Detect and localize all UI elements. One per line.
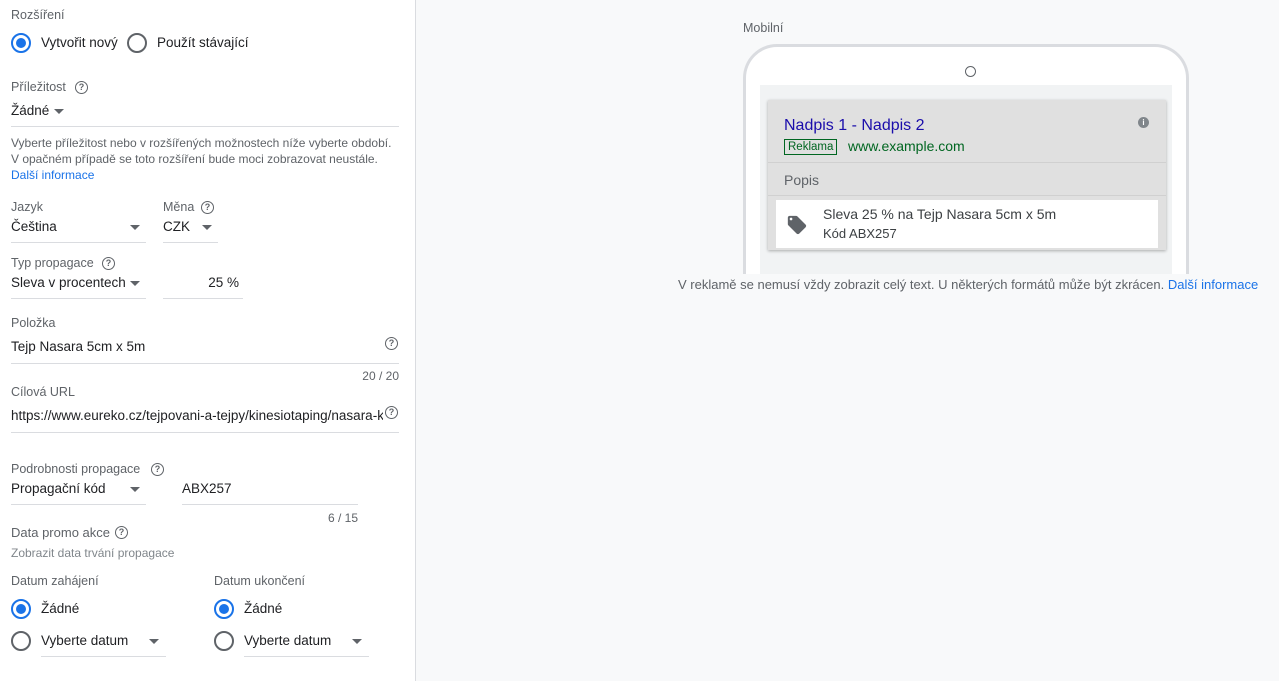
currency-label: Měna (163, 200, 195, 214)
start-none-radio[interactable] (11, 599, 31, 619)
ad-display-url: www.example.com (848, 138, 965, 154)
promo-details-label: Podrobnosti propagace (11, 462, 141, 476)
promo-code-char-counter: 6 / 15 (327, 511, 358, 525)
chevron-down-icon (352, 639, 362, 644)
ad-description: Popis (784, 172, 820, 188)
occasion-select[interactable]: Žádné (11, 100, 71, 122)
end-none-label: Žádné (244, 601, 283, 616)
start-none-label: Žádné (41, 601, 80, 616)
chevron-down-icon (130, 487, 140, 492)
promo-details-help-icon[interactable]: ? (151, 463, 164, 476)
form-panel: Rozšíření Vytvořit nový Použít stávající… (0, 0, 416, 681)
language-value: Čeština (11, 219, 57, 234)
occasion-help-line2: V opačném případě se toto rozšíření bude… (11, 152, 378, 166)
promo-code-line: Kód ABX257 (823, 226, 897, 241)
ad-badge: Reklama (784, 139, 838, 155)
radio-use-existing[interactable] (127, 33, 147, 53)
url-label: Cílová URL (11, 385, 75, 399)
promo-details-type-select[interactable]: Propagační kód (11, 478, 146, 502)
phone-screen: Nadpis 1 - Nadpis 2 i Reklama www.exampl… (760, 85, 1172, 274)
chevron-down-icon (130, 281, 140, 286)
ad-card: Nadpis 1 - Nadpis 2 i Reklama www.exampl… (768, 100, 1166, 250)
language-label: Jazyk (11, 200, 43, 214)
occasion-label: Příležitost (11, 80, 66, 94)
preview-device-label: Mobilní (743, 21, 784, 35)
url-input[interactable]: https://www.eureko.cz/tejpovani-a-tejpy/… (11, 408, 383, 423)
promo-details-type-value: Propagační kód (11, 481, 106, 496)
extension-label: Rozšíření (11, 8, 65, 22)
end-date-select[interactable]: Vyberte datum (244, 630, 369, 654)
occasion-help-line1: Vyberte příležitost nebo v rozšířených m… (11, 136, 392, 150)
currency-value: CZK (163, 219, 190, 234)
chevron-down-icon (149, 639, 159, 644)
start-date-label: Datum zahájení (11, 574, 99, 588)
preview-disclaimer: V reklamě se nemusí vždy zobrazit celý t… (678, 277, 1258, 292)
promo-dates-label: Data promo akce (11, 525, 110, 540)
radio-use-existing-label: Použít stávající (157, 35, 249, 50)
promo-code-input[interactable]: ABX257 (182, 481, 232, 496)
start-pick-radio[interactable] (11, 631, 31, 651)
item-help-icon[interactable]: ? (385, 337, 398, 350)
end-none-radio[interactable] (214, 599, 234, 619)
promo-type-select[interactable]: Sleva v procentech (11, 272, 146, 296)
preview-more-link[interactable]: Další informace (1168, 277, 1258, 292)
promo-type-label: Typ propagace (11, 256, 94, 270)
item-char-counter: 20 / 20 (362, 369, 399, 383)
radio-create-new-label: Vytvořit nový (41, 35, 118, 50)
promo-amount-input[interactable]: 25 % (163, 275, 239, 290)
preview-disclaimer-text: V reklamě se nemusí vždy zobrazit celý t… (678, 277, 1165, 292)
end-date-value: Vyberte datum (244, 633, 332, 648)
promo-type-value: Sleva v procentech (11, 275, 126, 290)
currency-help-icon[interactable]: ? (201, 201, 214, 214)
info-icon[interactable]: i (1138, 117, 1149, 128)
tag-icon (787, 215, 807, 235)
promo-extension-box: Sleva 25 % na Tejp Nasara 5cm x 5m Kód A… (776, 200, 1158, 248)
promo-dates-help-icon[interactable]: ? (115, 526, 128, 539)
currency-select[interactable]: CZK (163, 216, 218, 240)
ad-headline[interactable]: Nadpis 1 - Nadpis 2 (784, 117, 925, 135)
start-date-select[interactable]: Vyberte datum (41, 630, 166, 654)
language-select[interactable]: Čeština (11, 216, 146, 240)
end-pick-radio[interactable] (214, 631, 234, 651)
item-label: Položka (11, 316, 56, 330)
occasion-value: Žádné (11, 103, 50, 118)
promo-dates-sub: Zobrazit data trvání propagace (11, 546, 175, 560)
end-date-label: Datum ukončení (214, 574, 306, 588)
occasion-help-icon[interactable]: ? (75, 81, 88, 94)
promo-line: Sleva 25 % na Tejp Nasara 5cm x 5m (823, 206, 1057, 222)
camera-icon (965, 66, 976, 77)
start-date-value: Vyberte datum (41, 633, 129, 648)
phone-frame: Nadpis 1 - Nadpis 2 i Reklama www.exampl… (743, 44, 1189, 274)
radio-create-new[interactable] (11, 33, 31, 53)
occasion-more-link[interactable]: Další informace (11, 167, 94, 183)
chevron-down-icon (202, 225, 212, 230)
chevron-down-icon (54, 109, 64, 114)
chevron-down-icon (130, 225, 140, 230)
item-input[interactable]: Tejp Nasara 5cm x 5m (11, 339, 145, 354)
url-help-icon[interactable]: ? (385, 406, 398, 419)
promo-type-help-icon[interactable]: ? (102, 257, 115, 270)
